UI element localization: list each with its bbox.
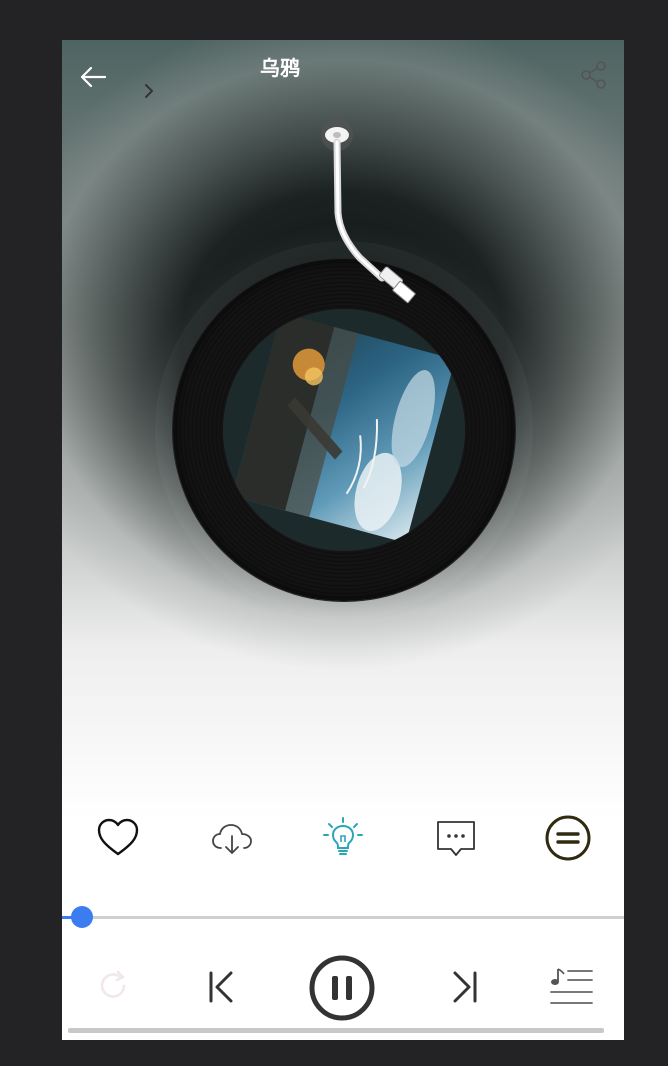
chevron-right-icon[interactable] [140,82,158,100]
progress-thumb[interactable] [71,906,93,928]
lightbulb-icon[interactable] [319,814,367,862]
song-title: 乌鸦 [260,56,300,80]
tonearm [310,118,430,308]
share-icon[interactable] [580,60,608,90]
menu-circle-icon[interactable] [544,814,592,862]
comment-icon[interactable] [432,814,480,862]
home-indicator [68,1028,604,1033]
music-player-screen: 乌鸦 [62,40,624,1040]
repeat-icon[interactable] [96,968,132,1004]
next-icon[interactable] [448,970,482,1004]
heart-icon[interactable] [94,814,142,862]
pause-icon[interactable] [308,954,376,1022]
cloud-download-icon[interactable] [208,814,256,862]
album-cover [223,309,465,551]
playlist-icon[interactable] [548,966,594,1008]
progress-bar[interactable] [62,906,624,928]
previous-icon[interactable] [204,970,238,1004]
back-arrow-icon[interactable] [78,64,108,90]
vinyl-record [173,259,515,601]
